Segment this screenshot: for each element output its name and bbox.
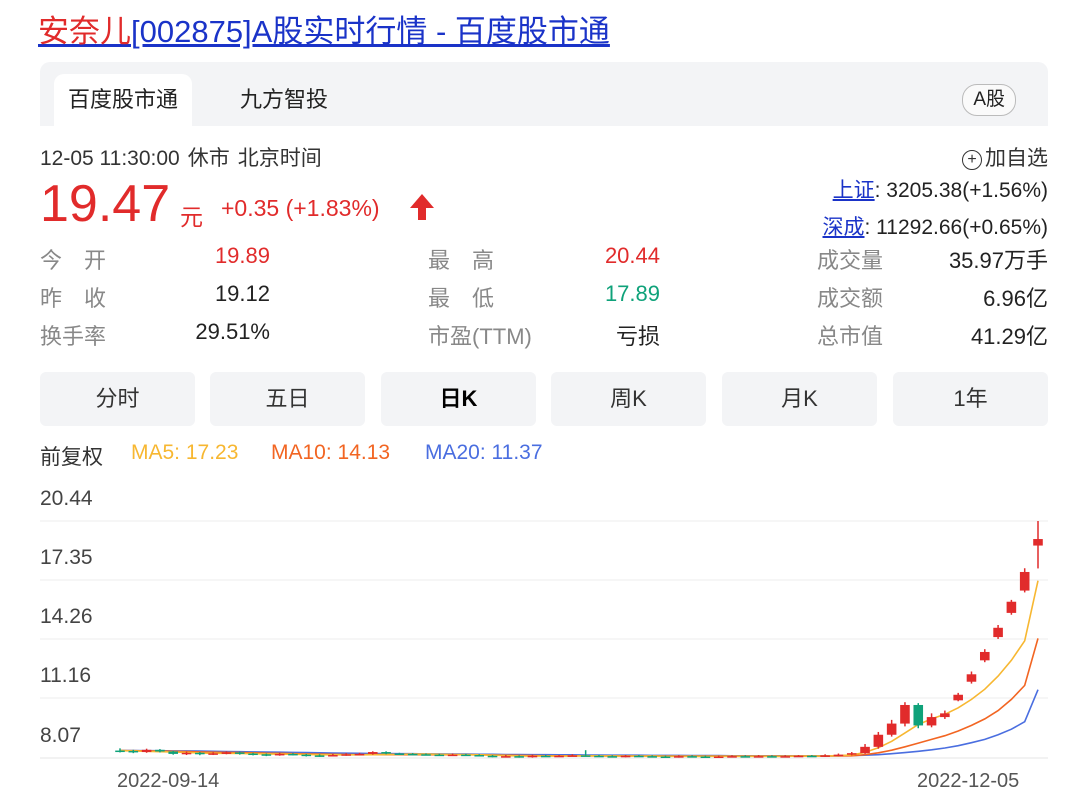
candle bbox=[820, 754, 830, 757]
candle-body bbox=[594, 755, 604, 758]
candle-body bbox=[833, 754, 844, 757]
candle bbox=[168, 750, 179, 755]
candle-body bbox=[1033, 539, 1043, 546]
candle-body bbox=[620, 755, 631, 758]
candle-body bbox=[274, 753, 285, 756]
candle bbox=[966, 671, 977, 684]
candle-body bbox=[248, 753, 258, 756]
candle-body bbox=[115, 750, 125, 753]
ma5-line bbox=[119, 580, 1039, 758]
candle-body bbox=[128, 750, 139, 753]
candle-body bbox=[421, 754, 431, 756]
candle-body bbox=[487, 755, 498, 758]
candle bbox=[993, 624, 1003, 639]
ma10-line bbox=[119, 638, 1039, 757]
candle bbox=[1033, 521, 1043, 569]
candle-body bbox=[873, 734, 884, 747]
candle-body bbox=[341, 754, 351, 756]
candle-body bbox=[673, 756, 684, 758]
candle-body bbox=[221, 752, 232, 754]
candle-body bbox=[953, 694, 963, 701]
candle-body bbox=[540, 755, 551, 758]
candle-body bbox=[860, 746, 870, 754]
candle bbox=[926, 713, 937, 728]
candle-body bbox=[886, 723, 897, 735]
candle-body bbox=[367, 752, 378, 754]
candle bbox=[833, 753, 844, 757]
candle-body bbox=[793, 755, 804, 758]
candle-body bbox=[913, 704, 924, 726]
candle-body bbox=[474, 755, 485, 757]
candle-body bbox=[234, 752, 245, 754]
candle-body bbox=[660, 756, 671, 759]
candle-body bbox=[700, 756, 711, 759]
candle-body bbox=[354, 753, 365, 756]
candle-body bbox=[820, 755, 830, 757]
candle-body bbox=[607, 756, 618, 758]
candle-body bbox=[567, 755, 578, 757]
candle-body bbox=[634, 755, 644, 758]
candle-body bbox=[807, 755, 817, 758]
candle-body bbox=[381, 752, 391, 754]
candle-body bbox=[1006, 601, 1017, 613]
candle-body bbox=[966, 674, 977, 682]
candle bbox=[860, 744, 870, 754]
candle-body bbox=[713, 756, 724, 759]
candle-body bbox=[208, 753, 218, 755]
candle-body bbox=[195, 752, 205, 755]
candle-body bbox=[647, 756, 657, 758]
candle-body bbox=[314, 755, 325, 757]
candle-body bbox=[580, 755, 591, 757]
candle-body bbox=[993, 627, 1003, 638]
candle bbox=[1019, 568, 1030, 593]
candle-body bbox=[261, 754, 272, 756]
candle-body bbox=[155, 749, 165, 752]
candle-body bbox=[301, 754, 312, 757]
candle-body bbox=[979, 651, 990, 661]
candle-body bbox=[753, 756, 764, 758]
candle bbox=[979, 649, 990, 663]
candle bbox=[873, 731, 884, 749]
candle-body bbox=[181, 752, 192, 755]
candle-body bbox=[407, 753, 418, 756]
candle-body bbox=[168, 751, 179, 754]
candle-body bbox=[846, 753, 857, 755]
candle bbox=[580, 750, 591, 757]
candle-body bbox=[501, 756, 511, 758]
candle-body bbox=[447, 754, 458, 757]
candle-body bbox=[740, 756, 751, 758]
candle-body bbox=[141, 749, 152, 753]
candle-body bbox=[767, 756, 777, 758]
candle-body bbox=[288, 753, 298, 756]
candle bbox=[886, 719, 897, 737]
grid-lines bbox=[40, 520, 1048, 759]
candle-body bbox=[554, 755, 564, 758]
candle-body bbox=[780, 756, 791, 758]
candle-body bbox=[328, 755, 338, 757]
kline-chart[interactable] bbox=[0, 0, 1080, 808]
candle-body bbox=[514, 756, 524, 758]
candle-body bbox=[926, 717, 937, 726]
candle bbox=[900, 702, 910, 727]
candle-body bbox=[434, 754, 445, 757]
candle-body bbox=[900, 704, 910, 724]
candle-body bbox=[461, 754, 471, 757]
candle-body bbox=[1019, 571, 1030, 591]
candle bbox=[953, 692, 963, 702]
candle bbox=[913, 703, 924, 729]
candle-body bbox=[527, 755, 538, 758]
candle-body bbox=[687, 756, 697, 758]
candle-body bbox=[394, 753, 405, 756]
candle bbox=[1006, 599, 1017, 615]
candle-body bbox=[940, 713, 950, 718]
candle-body bbox=[727, 756, 737, 758]
